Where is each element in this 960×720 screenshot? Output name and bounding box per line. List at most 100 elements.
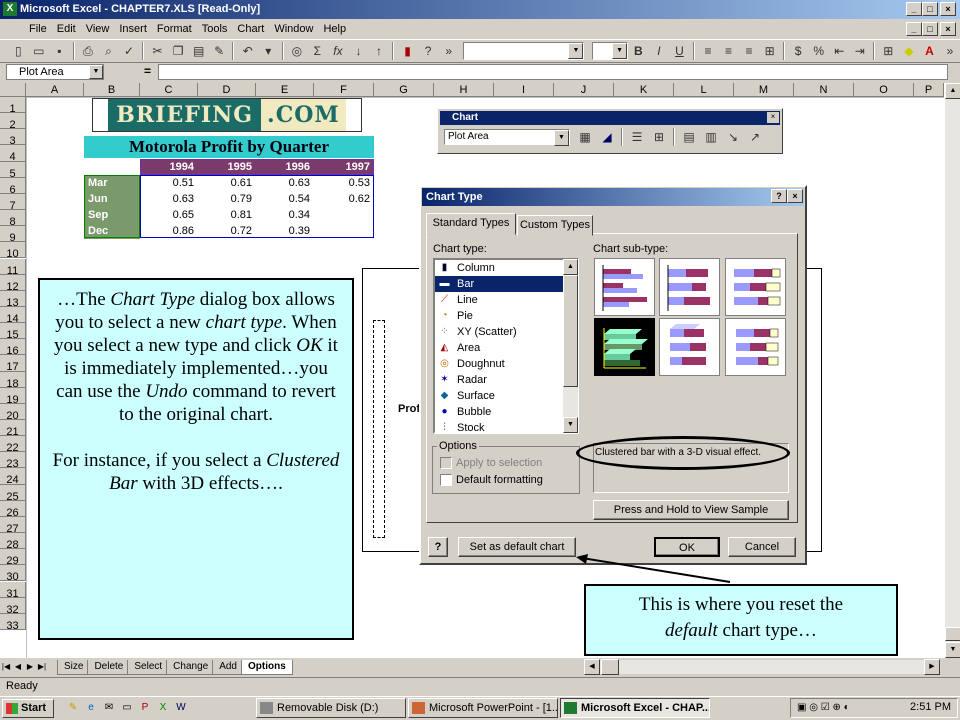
- tray-icons[interactable]: ▣ ◎ ☑ ⊕ ◐: [797, 702, 850, 713]
- scroll-thumb[interactable]: [601, 659, 619, 675]
- borders-icon[interactable]: ⊞: [878, 41, 899, 61]
- more-buttons-icon[interactable]: »: [940, 41, 960, 61]
- explorer-icon[interactable]: ✎: [66, 701, 80, 715]
- formula-input[interactable]: [158, 64, 948, 80]
- sheet-tab-size[interactable]: Size: [57, 659, 91, 675]
- column-header[interactable]: C: [140, 83, 198, 97]
- chart-type-item[interactable]: ◔ Pie: [435, 308, 577, 324]
- row-header[interactable]: 5: [0, 161, 26, 180]
- sheet-tab-delete[interactable]: Delete: [87, 659, 131, 675]
- column-header[interactable]: G: [374, 83, 434, 97]
- chart-objects-combo[interactable]: Plot Area ▼: [444, 129, 570, 146]
- set-default-chart-button[interactable]: Set as default chart: [458, 537, 576, 557]
- horizontal-scrollbar[interactable]: ◀ ▶: [584, 659, 940, 675]
- column-header[interactable]: J: [554, 83, 614, 97]
- chevron-down-icon[interactable]: ▼: [554, 130, 569, 146]
- clock[interactable]: 2:51 PM: [910, 701, 951, 713]
- scroll-up-icon[interactable]: ▲: [563, 259, 578, 275]
- format-painter-icon[interactable]: ✎: [209, 41, 230, 61]
- print-icon[interactable]: ⎙: [78, 41, 99, 61]
- row-header[interactable]: 13: [0, 290, 26, 309]
- percent-icon[interactable]: %: [808, 41, 829, 61]
- subtype-3d-100-stacked-bar[interactable]: [725, 318, 786, 376]
- sheet-tab-change[interactable]: Change: [166, 659, 216, 675]
- autosum-icon[interactable]: Σ: [307, 41, 328, 61]
- task-removable-disk[interactable]: Removable Disk (D:): [256, 698, 406, 718]
- italic-icon[interactable]: I: [649, 41, 670, 61]
- row-header[interactable]: 11: [0, 258, 26, 277]
- chevron-down-icon[interactable]: ▼: [568, 43, 584, 59]
- chevron-down-icon[interactable]: ▼: [612, 43, 628, 59]
- ie-icon[interactable]: e: [84, 701, 98, 715]
- row-header[interactable]: 26: [0, 500, 26, 519]
- menu-view[interactable]: View: [81, 19, 115, 39]
- formula-equals[interactable]: =: [144, 64, 151, 78]
- menu-tools[interactable]: Tools: [197, 19, 233, 39]
- row-header[interactable]: 8: [0, 210, 26, 228]
- column-header[interactable]: K: [614, 83, 674, 97]
- font-color-icon[interactable]: A: [919, 41, 940, 61]
- column-header[interactable]: I: [494, 83, 554, 97]
- merge-center-icon[interactable]: ⊞: [759, 41, 780, 61]
- doc-minimize-button[interactable]: _: [906, 22, 922, 36]
- column-header[interactable]: P: [914, 83, 944, 97]
- plot-area-selection[interactable]: [373, 320, 385, 538]
- chart-type-item[interactable]: ◭ Area: [435, 340, 577, 356]
- function-icon[interactable]: fx: [328, 41, 349, 61]
- row-header[interactable]: 1: [0, 97, 26, 115]
- close-icon[interactable]: ×: [767, 112, 779, 123]
- chart-type-item[interactable]: ⟋ Line: [435, 292, 577, 308]
- dialog-help-icon[interactable]: ?: [771, 189, 787, 203]
- hyperlink-icon[interactable]: ◎: [287, 41, 308, 61]
- by-column-icon[interactable]: ▥: [700, 127, 722, 147]
- row-header[interactable]: 31: [0, 581, 26, 600]
- chart-type-item[interactable]: ▮ Column: [435, 260, 577, 276]
- legend-icon[interactable]: ☰: [626, 127, 648, 147]
- tab-custom-types[interactable]: Custom Types: [517, 215, 593, 236]
- minimize-button[interactable]: _: [906, 2, 922, 16]
- font-size-combo[interactable]: ▼: [592, 42, 629, 60]
- column-header[interactable]: M: [734, 83, 794, 97]
- outlook-icon[interactable]: ✉: [102, 701, 116, 715]
- row-header[interactable]: 33: [0, 613, 26, 632]
- chart-type-icon[interactable]: ◢: [596, 127, 618, 147]
- task-powerpoint[interactable]: Microsoft PowerPoint - [1...: [408, 698, 558, 718]
- save-icon[interactable]: ▪: [49, 41, 70, 61]
- chart-type-item[interactable]: ✶ Radar: [435, 372, 577, 388]
- row-header[interactable]: 28: [0, 533, 26, 551]
- redo-icon[interactable]: ▾: [258, 41, 279, 61]
- subtype-100-stacked-bar[interactable]: [725, 258, 786, 316]
- row-header[interactable]: 30: [0, 565, 26, 583]
- tab-standard-types[interactable]: Standard Types: [426, 213, 516, 235]
- cut-icon[interactable]: ✂: [147, 41, 168, 61]
- decrease-indent-icon[interactable]: ⇤: [829, 41, 850, 61]
- menu-format[interactable]: Format: [152, 19, 197, 39]
- maximize-button[interactable]: □: [922, 2, 938, 16]
- menu-insert[interactable]: Insert: [114, 19, 152, 39]
- row-header[interactable]: 27: [0, 516, 26, 535]
- align-right-icon[interactable]: ≡: [739, 41, 760, 61]
- column-header[interactable]: F: [314, 83, 374, 97]
- chart-type-list[interactable]: ▮ Column ▬ Bar ⟋ Line ◔ Pie ⁘ XY (Scatter) ◭ Area ◎ D…: [433, 258, 579, 434]
- column-header[interactable]: B: [84, 83, 140, 97]
- menu-window[interactable]: Window: [269, 19, 318, 39]
- subtype-clustered-bar[interactable]: [594, 258, 655, 316]
- paste-icon[interactable]: ▤: [188, 41, 209, 61]
- new-icon[interactable]: ▯: [8, 41, 29, 61]
- column-header[interactable]: O: [854, 83, 914, 97]
- data-table-icon[interactable]: ⊞: [648, 127, 670, 147]
- word-icon[interactable]: W: [174, 701, 188, 715]
- font-combo[interactable]: ▼: [462, 42, 585, 60]
- excel-icon[interactable]: X: [3, 2, 17, 16]
- undo-icon[interactable]: ↶: [237, 41, 258, 61]
- row-header[interactable]: 4: [0, 145, 26, 163]
- prev-sheet-icon[interactable]: ◀: [12, 660, 24, 674]
- more-buttons-icon[interactable]: »: [438, 41, 459, 61]
- sort-descending-icon[interactable]: ↑: [369, 41, 390, 61]
- help-icon[interactable]: ?: [418, 41, 439, 61]
- row-header[interactable]: 6: [0, 177, 26, 196]
- row-header[interactable]: 25: [0, 484, 26, 503]
- scroll-up-icon[interactable]: ▲: [945, 83, 960, 99]
- vertical-scrollbar[interactable]: ▲ ▼: [944, 83, 960, 658]
- row-header[interactable]: 21: [0, 420, 26, 438]
